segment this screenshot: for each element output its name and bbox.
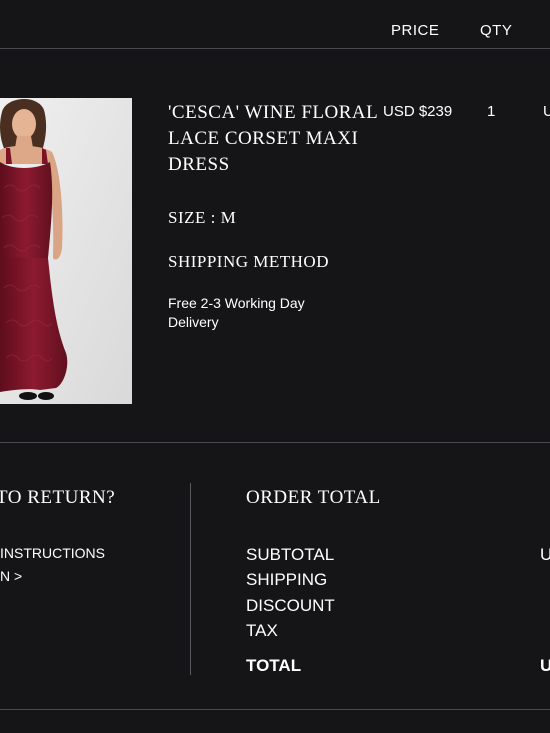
shipping-label: SHIPPING bbox=[246, 570, 328, 589]
item-total-partial: U bbox=[543, 103, 550, 120]
shipping-method-value: Free 2-3 Working Day Delivery bbox=[168, 295, 305, 330]
vertical-divider bbox=[190, 483, 191, 675]
dress-illustration bbox=[0, 98, 132, 404]
footer-divider bbox=[0, 709, 550, 710]
order-total-heading: ORDER TOTAL bbox=[246, 487, 381, 508]
discount-label: DISCOUNT bbox=[246, 596, 335, 615]
section-divider bbox=[0, 442, 550, 443]
returns-heading: TO RETURN? bbox=[0, 487, 116, 508]
product-title[interactable]: 'CESCA' WINE FLORAL LACE CORSET MAXI DRE… bbox=[168, 100, 383, 178]
item-qty: 1 bbox=[487, 103, 496, 120]
total-label: TOTAL bbox=[246, 656, 302, 675]
item-size: SIZE : M bbox=[168, 208, 237, 227]
column-header-price: PRICE bbox=[391, 22, 440, 39]
header-divider bbox=[0, 48, 550, 49]
subtotal-label: SUBTOTAL bbox=[246, 545, 335, 564]
item-price: USD $239 bbox=[383, 103, 453, 120]
returns-link-arrow[interactable]: N > bbox=[0, 568, 22, 584]
returns-instructions-link[interactable]: INSTRUCTIONS bbox=[0, 545, 105, 561]
shipping-method-label: SHIPPING METHOD bbox=[168, 252, 329, 271]
total-value-partial: U bbox=[540, 656, 550, 675]
column-header-qty: QTY bbox=[480, 22, 513, 39]
product-image[interactable] bbox=[0, 98, 132, 404]
subtotal-value-partial: U bbox=[540, 545, 550, 564]
tax-label: TAX bbox=[246, 621, 278, 640]
